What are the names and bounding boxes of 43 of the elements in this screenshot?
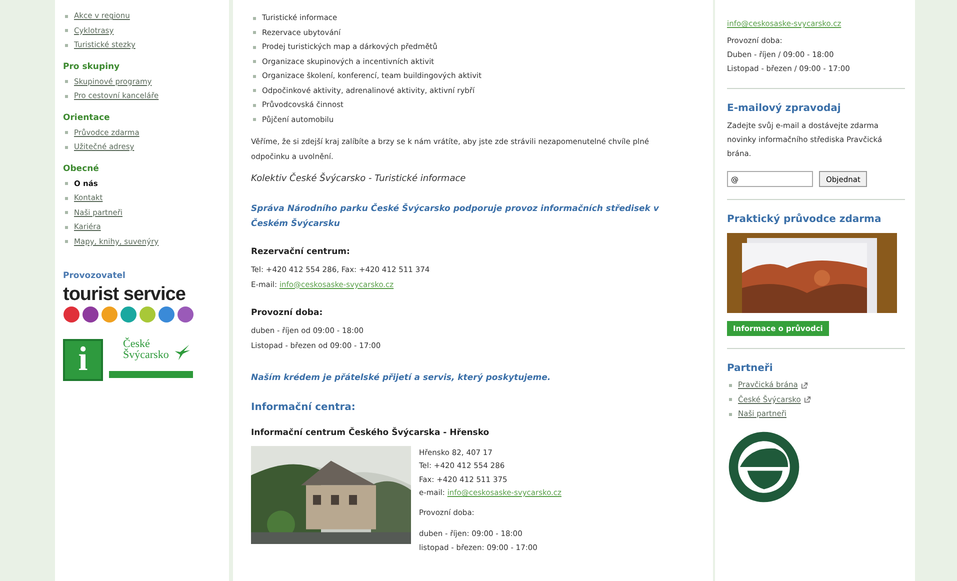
bullet-icon xyxy=(729,412,732,416)
bullet-icon xyxy=(253,104,256,107)
section-heading: Provozní doba: xyxy=(251,308,324,318)
centers-heading: Informační centra: xyxy=(251,402,356,412)
external-link-icon xyxy=(804,396,811,404)
center-name: Informační centrum Českého Švýcarska - Hřensko xyxy=(251,428,490,438)
bullet-icon xyxy=(253,31,256,34)
bullet-icon xyxy=(65,29,68,32)
section-heading: Rezervační centrum: xyxy=(251,247,351,257)
tourist-service-logo[interactable]: tourist service xyxy=(63,284,186,305)
swallow-icon xyxy=(173,343,191,361)
motto: Naším krédem je přátelské přijetí a servis, který poskytujeme. xyxy=(251,372,552,385)
bullet-icon xyxy=(65,44,68,47)
bullet-icon xyxy=(65,14,68,18)
bullet-icon xyxy=(253,60,256,64)
bullet-icon xyxy=(253,89,256,92)
external-link-icon xyxy=(800,382,808,389)
support-note: Správa Národního parku České Švýcarsko podporuje provoz informačních středisek v Českém Švýcarsku xyxy=(251,202,660,230)
bullet-icon xyxy=(65,196,68,200)
operator-heading: Provozovatel xyxy=(63,271,126,281)
newsletter-heading: E-mailový zpravodaj xyxy=(727,102,842,116)
bullet-icon xyxy=(729,398,732,402)
bullet-icon xyxy=(65,94,68,98)
bullet-icon xyxy=(253,74,256,78)
nav-heading: Orientace xyxy=(63,112,111,122)
bullet-icon xyxy=(65,226,68,229)
nav-heading: Obecné xyxy=(63,164,100,174)
bullet-icon xyxy=(65,182,68,186)
bullet-icon xyxy=(65,80,68,84)
signature: Kolektiv České Švýcarsko - Turistické informace xyxy=(251,174,467,184)
bullet-icon xyxy=(65,146,68,149)
bullet-icon xyxy=(65,240,68,244)
region-logo-text[interactable]: České Švýcarsko xyxy=(109,339,193,361)
nav-heading: Pro skupiny xyxy=(63,62,121,72)
bullet-icon xyxy=(729,384,732,387)
info-sign-logo[interactable]: i xyxy=(63,339,103,381)
bullet-icon xyxy=(65,211,68,214)
bullet-icon xyxy=(65,131,68,134)
bullet-icon xyxy=(253,16,256,20)
guide-heading: Praktický průvodce zdarma xyxy=(727,212,882,227)
bullet-icon xyxy=(253,46,256,49)
partners-heading: Partneři xyxy=(727,362,774,376)
bullet-icon xyxy=(253,118,256,122)
